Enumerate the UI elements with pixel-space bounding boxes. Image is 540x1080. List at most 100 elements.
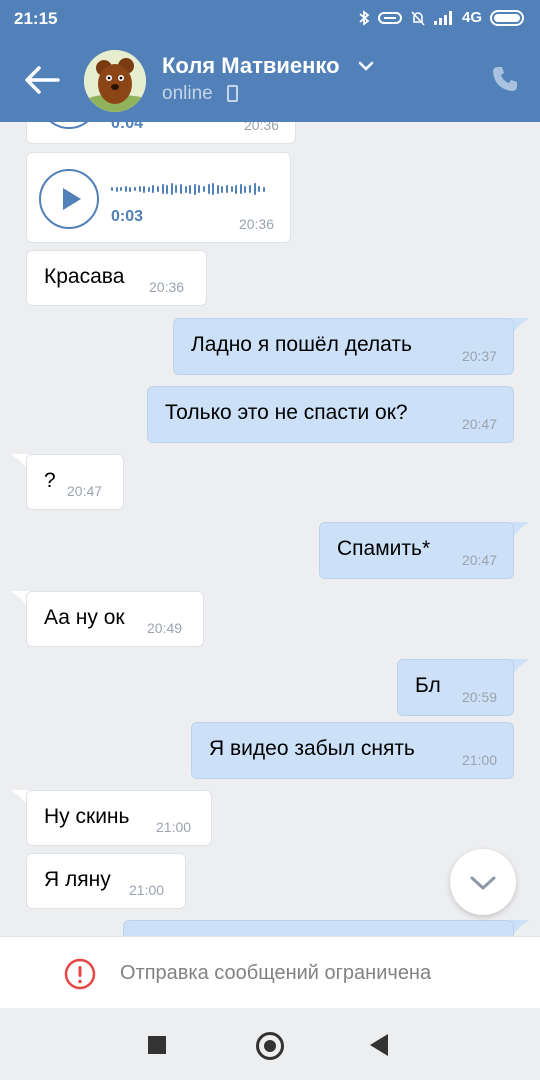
- message-text: Красава: [44, 265, 125, 288]
- waveform-bar: [239, 184, 242, 194]
- message-text: Я видео забыл снять: [209, 737, 415, 760]
- back-arrow-icon[interactable]: [22, 62, 62, 98]
- message-bubble[interactable]: Ладно я пошёл делать 20:37: [173, 318, 514, 375]
- waveform-bar: [184, 185, 187, 193]
- waveform-bar: [166, 184, 169, 194]
- waveform-bar: [221, 185, 224, 193]
- waveform-bar: [134, 187, 136, 191]
- waveform-bar: [253, 183, 256, 195]
- message-time: 20:59: [461, 689, 497, 705]
- home-button[interactable]: [256, 1032, 284, 1060]
- system-nav-bar: [0, 1008, 540, 1080]
- network-type: 4G: [461, 9, 482, 26]
- message-bubble[interactable]: Аа ну ок 20:49: [26, 591, 204, 647]
- chevron-down-icon[interactable]: [356, 58, 376, 74]
- signal-icon: [433, 10, 452, 25]
- waveform-bar: [189, 184, 192, 194]
- waveform-bar: [258, 186, 261, 192]
- message-text: Ну скинь: [44, 805, 130, 828]
- waveform-bar: [207, 184, 210, 194]
- mute-bell-icon: [411, 10, 425, 26]
- voice-duration: 0:04: [111, 122, 144, 132]
- waveform-bar: [203, 186, 205, 192]
- message-time: 20:47: [461, 416, 497, 432]
- voice-message-bubble: 0:04 20:36: [26, 122, 296, 144]
- waveform-bar: [111, 187, 113, 191]
- message-bubble[interactable]: Красава 20:36: [26, 250, 207, 306]
- notice-text: Отправка сообщений ограничена: [120, 962, 432, 984]
- voice-waveform[interactable]: [111, 181, 291, 197]
- battery-icon: [490, 9, 524, 26]
- waveform-bar: [226, 185, 228, 193]
- waveform-bar: [143, 185, 146, 193]
- play-button[interactable]: [39, 169, 99, 229]
- waveform-bar: [157, 186, 159, 192]
- waveform-bar: [249, 185, 251, 193]
- message-bubble[interactable]: Ну скинь 21:00: [26, 790, 212, 846]
- phone-icon[interactable]: [490, 64, 520, 94]
- message-time: 20:36: [149, 279, 185, 295]
- message-bubble[interactable]: ? 20:47: [26, 454, 124, 510]
- message-time: 21:00: [156, 819, 192, 835]
- message-bubble[interactable]: Я видео забыл снять 21:00: [191, 722, 514, 779]
- message-text: Только это не спасти ок?: [165, 401, 408, 424]
- message-bubble[interactable]: Бл 20:59: [397, 659, 514, 716]
- warning-circle-icon: [64, 958, 96, 990]
- message-text: Ладно я пошёл делать: [191, 333, 412, 356]
- contact-name[interactable]: Коля Матвиенко: [162, 53, 340, 79]
- message-text: Спамить*: [337, 537, 431, 560]
- message-time: 20:36: [243, 122, 279, 133]
- waveform-bar: [170, 183, 173, 195]
- status-bar: 21:15 4G: [0, 0, 540, 38]
- recent-apps-button[interactable]: [148, 1036, 166, 1054]
- waveform-bar: [216, 184, 219, 194]
- waveform-bar: [124, 186, 127, 192]
- system-back-button[interactable]: [370, 1034, 388, 1056]
- mobile-icon: [227, 85, 238, 102]
- chat-header: Коля Матвиенко online: [0, 38, 540, 122]
- message-time: 20:47: [67, 483, 103, 499]
- message-bubble[interactable]: [123, 920, 514, 936]
- status-time: 21:15: [14, 9, 58, 28]
- play-icon: [63, 188, 81, 210]
- message-time: 21:00: [129, 882, 165, 898]
- link-icon: [377, 11, 402, 24]
- avatar[interactable]: [84, 50, 146, 112]
- bluetooth-icon: [359, 9, 370, 26]
- message-bubble[interactable]: Спамить* 20:47: [319, 522, 514, 579]
- chevron-down-icon: [470, 876, 496, 890]
- message-list[interactable]: 0:04 20:36 0:03 20:36 Красава 20:36 Ладн…: [0, 122, 540, 936]
- waveform-bar: [115, 186, 118, 192]
- contact-status: online: [162, 83, 213, 104]
- waveform-bar: [193, 183, 196, 195]
- waveform-bar: [230, 186, 233, 192]
- message-bubble[interactable]: Я ляну 21:00: [26, 853, 186, 909]
- waveform-bar: [198, 185, 201, 193]
- play-button[interactable]: [39, 122, 99, 129]
- message-text: ?: [44, 469, 56, 492]
- waveform-bar: [147, 186, 150, 192]
- waveform-bar: [180, 184, 182, 194]
- message-text: Аа ну ок: [44, 606, 125, 629]
- waveform-bar: [152, 185, 155, 193]
- message-text: Я ляну: [44, 868, 111, 891]
- message-text: Бл: [415, 674, 441, 697]
- waveform-bar: [161, 184, 164, 194]
- waveform-bar: [262, 186, 265, 192]
- scroll-down-button[interactable]: [450, 849, 516, 915]
- message-time: 21:00: [461, 752, 497, 768]
- voice-message-bubble: 0:03 20:36: [26, 152, 291, 243]
- send-restricted-banner: Отправка сообщений ограничена: [0, 936, 540, 1008]
- waveform-bar: [244, 185, 247, 193]
- waveform-bar: [175, 185, 178, 193]
- voice-duration: 0:03: [111, 208, 144, 225]
- waveform-bar: [138, 186, 141, 192]
- avatar-image: [84, 50, 146, 112]
- waveform-bar: [120, 187, 123, 191]
- message-time: 20:49: [147, 620, 183, 636]
- message-bubble[interactable]: Только это не спасти ок? 20:47: [147, 386, 514, 443]
- waveform-bar: [129, 186, 132, 192]
- message-time: 20:47: [461, 552, 497, 568]
- status-icons: 4G: [358, 9, 524, 26]
- waveform-bar: [235, 184, 238, 194]
